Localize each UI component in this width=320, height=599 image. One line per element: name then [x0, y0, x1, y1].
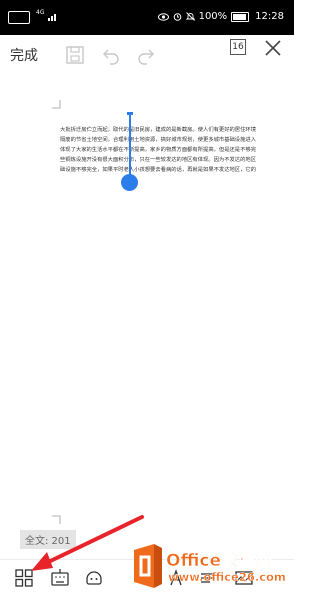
watermark-brand: Office教程网 [166, 551, 273, 572]
annotation-arrow [31, 515, 144, 571]
watermark-url: www.office26.com [168, 570, 286, 584]
site-watermark: Office教程网 www.office26.com [130, 540, 294, 595]
